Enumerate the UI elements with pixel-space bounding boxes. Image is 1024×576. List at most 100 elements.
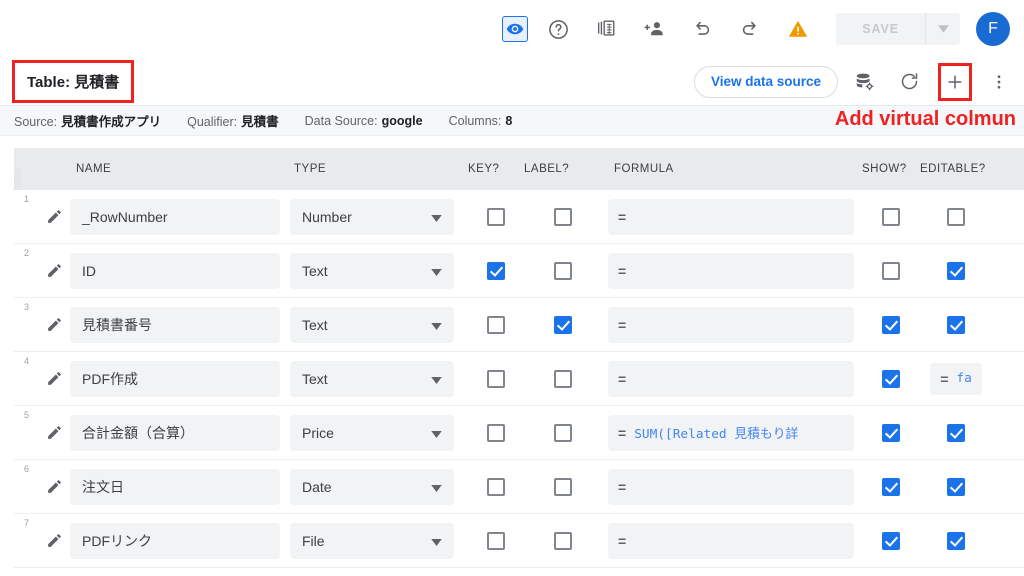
edit-pencil-icon[interactable] bbox=[38, 532, 70, 549]
show-cell[interactable] bbox=[862, 261, 920, 280]
key-cell[interactable] bbox=[468, 207, 524, 226]
editable-cell[interactable] bbox=[920, 531, 992, 550]
label-checkbox[interactable] bbox=[554, 531, 572, 550]
show-cell[interactable] bbox=[862, 531, 920, 550]
editable-cell[interactable] bbox=[920, 261, 992, 280]
key-cell[interactable] bbox=[468, 261, 524, 280]
key-cell[interactable] bbox=[468, 369, 524, 388]
column-type-select[interactable]: File bbox=[290, 522, 454, 559]
editable-checkbox[interactable] bbox=[947, 315, 965, 334]
editable-checkbox[interactable] bbox=[947, 261, 965, 280]
formula-input[interactable]: = bbox=[608, 468, 854, 505]
show-cell[interactable] bbox=[862, 207, 920, 226]
label-cell[interactable] bbox=[524, 261, 602, 280]
label-checkbox[interactable] bbox=[554, 315, 572, 334]
key-checkbox[interactable] bbox=[487, 423, 505, 442]
editable-checkbox[interactable] bbox=[947, 477, 965, 496]
formula-input[interactable]: = bbox=[608, 306, 854, 343]
editable-cell[interactable]: = fa bbox=[920, 362, 992, 395]
label-cell[interactable] bbox=[524, 423, 602, 442]
label-cell[interactable] bbox=[524, 531, 602, 550]
column-name-input[interactable]: _RowNumber bbox=[70, 198, 280, 235]
formula-cell[interactable]: = bbox=[608, 252, 854, 289]
label-checkbox[interactable] bbox=[554, 207, 572, 226]
redo-icon[interactable] bbox=[732, 11, 768, 47]
show-checkbox[interactable] bbox=[882, 531, 900, 550]
key-cell[interactable] bbox=[468, 477, 524, 496]
formula-cell[interactable]: = bbox=[608, 522, 854, 559]
chevron-down-icon[interactable] bbox=[431, 317, 442, 333]
chevron-down-icon[interactable] bbox=[431, 371, 442, 387]
editable-cell[interactable] bbox=[920, 423, 992, 442]
column-type-cell[interactable]: Text bbox=[290, 252, 454, 289]
column-type-select[interactable]: Price bbox=[290, 414, 454, 451]
copy-app-icon[interactable] bbox=[588, 11, 624, 47]
show-checkbox[interactable] bbox=[882, 207, 900, 226]
save-button[interactable]: SAVE bbox=[836, 13, 925, 45]
table-row[interactable]: 5 合計金額（合算） Price = SUM([Related 見積もり詳 bbox=[14, 406, 1024, 460]
edit-pencil-icon[interactable] bbox=[38, 262, 70, 279]
chevron-down-icon[interactable] bbox=[431, 425, 442, 441]
show-checkbox[interactable] bbox=[882, 369, 900, 388]
show-cell[interactable] bbox=[862, 423, 920, 442]
column-type-cell[interactable]: File bbox=[290, 522, 454, 559]
editable-cell[interactable] bbox=[920, 477, 992, 496]
key-checkbox[interactable] bbox=[487, 477, 505, 496]
formula-input[interactable]: = SUM([Related 見積もり詳 bbox=[608, 414, 854, 451]
label-checkbox[interactable] bbox=[554, 423, 572, 442]
show-checkbox[interactable] bbox=[882, 315, 900, 334]
edit-pencil-icon[interactable] bbox=[38, 208, 70, 225]
label-checkbox[interactable] bbox=[554, 369, 572, 388]
key-checkbox[interactable] bbox=[487, 261, 505, 280]
key-checkbox[interactable] bbox=[487, 207, 505, 226]
column-type-select[interactable]: Date bbox=[290, 468, 454, 505]
formula-cell[interactable]: = bbox=[608, 360, 854, 397]
editable-checkbox[interactable] bbox=[947, 207, 965, 226]
chevron-down-icon[interactable] bbox=[431, 263, 442, 279]
formula-cell[interactable]: = SUM([Related 見積もり詳 bbox=[608, 414, 854, 451]
label-checkbox[interactable] bbox=[554, 261, 572, 280]
formula-cell[interactable]: = bbox=[608, 198, 854, 235]
save-button-group[interactable]: SAVE bbox=[836, 13, 960, 45]
table-row[interactable]: 1 _RowNumber Number = bbox=[14, 190, 1024, 244]
column-type-select[interactable]: Text bbox=[290, 360, 454, 397]
editable-cell[interactable] bbox=[920, 207, 992, 226]
column-name-cell[interactable]: 注文日 bbox=[70, 468, 280, 505]
column-type-select[interactable]: Number bbox=[290, 198, 454, 235]
add-user-icon[interactable] bbox=[636, 11, 672, 47]
warning-icon[interactable] bbox=[780, 11, 816, 47]
column-name-input[interactable]: 見積書番号 bbox=[70, 306, 280, 343]
add-virtual-column-icon[interactable] bbox=[938, 62, 972, 101]
avatar[interactable]: F bbox=[976, 12, 1010, 46]
edit-pencil-icon[interactable] bbox=[38, 370, 70, 387]
column-type-cell[interactable]: Text bbox=[290, 306, 454, 343]
column-type-cell[interactable]: Date bbox=[290, 468, 454, 505]
formula-input[interactable]: = bbox=[608, 522, 854, 559]
label-checkbox[interactable] bbox=[554, 477, 572, 496]
save-dropdown-caret-icon[interactable] bbox=[926, 13, 960, 45]
formula-input[interactable]: = bbox=[608, 252, 854, 289]
table-row[interactable]: 2 ID Text = bbox=[14, 244, 1024, 298]
chevron-down-icon[interactable] bbox=[431, 209, 442, 225]
label-cell[interactable] bbox=[524, 369, 602, 388]
show-cell[interactable] bbox=[862, 369, 920, 388]
column-name-input[interactable]: 注文日 bbox=[70, 468, 280, 505]
editable-checkbox[interactable] bbox=[947, 423, 965, 442]
editable-checkbox[interactable] bbox=[947, 531, 965, 550]
data-source-settings-icon[interactable] bbox=[848, 65, 882, 99]
column-name-cell[interactable]: 見積書番号 bbox=[70, 306, 280, 343]
table-row[interactable]: 6 注文日 Date = bbox=[14, 460, 1024, 514]
column-name-input[interactable]: 合計金額（合算） bbox=[70, 414, 280, 451]
key-checkbox[interactable] bbox=[487, 531, 505, 550]
preview-eye-icon[interactable] bbox=[502, 16, 529, 42]
table-row[interactable]: 3 見積書番号 Text = bbox=[14, 298, 1024, 352]
column-name-input[interactable]: PDF作成 bbox=[70, 360, 280, 397]
column-type-select[interactable]: Text bbox=[290, 306, 454, 343]
column-name-input[interactable]: ID bbox=[70, 252, 280, 289]
label-cell[interactable] bbox=[524, 315, 602, 334]
column-type-cell[interactable]: Price bbox=[290, 414, 454, 451]
key-checkbox[interactable] bbox=[487, 315, 505, 334]
column-type-cell[interactable]: Number bbox=[290, 198, 454, 235]
key-checkbox[interactable] bbox=[487, 369, 505, 388]
editable-formula-field[interactable]: = fa bbox=[930, 362, 982, 395]
